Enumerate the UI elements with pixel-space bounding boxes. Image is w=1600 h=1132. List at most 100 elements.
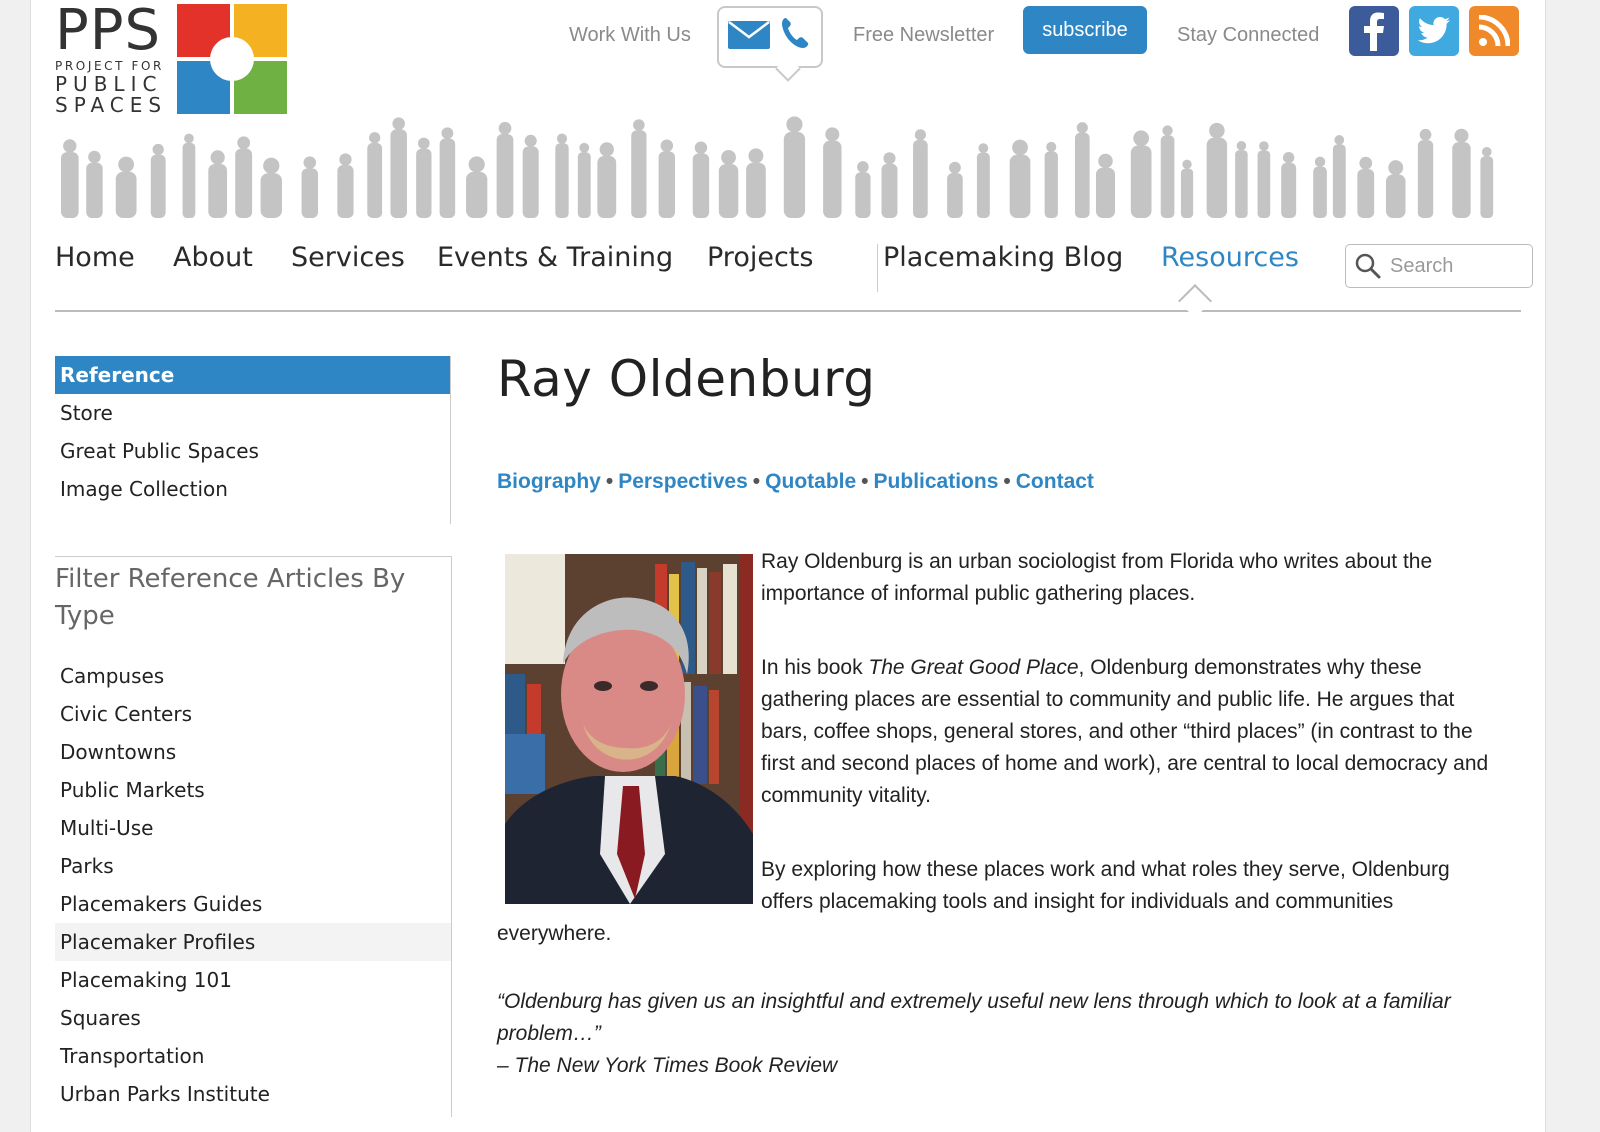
sidebar: Reference Store Great Public Spaces Imag… (55, 356, 451, 524)
twitter-icon[interactable] (1409, 6, 1459, 56)
nav-divider (877, 244, 878, 292)
subnav-biography[interactable]: Biography (497, 470, 601, 493)
sidebar-item-image-collection[interactable]: Image Collection (55, 470, 450, 508)
work-with-us-link[interactable]: Work With Us (569, 0, 691, 70)
filter-item-transportation[interactable]: Transportation (55, 1037, 451, 1075)
person-silhouette (522, 134, 539, 218)
person-silhouette (577, 142, 591, 218)
main-nav: Home About Services Events & Training Pr… (55, 238, 1533, 292)
filter-item-squares[interactable]: Squares (55, 999, 451, 1037)
subnav-quotable[interactable]: Quotable (765, 470, 856, 493)
search-icon (1355, 253, 1381, 279)
person-silhouette (1206, 122, 1228, 218)
filter-item-urban-parks-institute[interactable]: Urban Parks Institute (55, 1075, 451, 1113)
person-silhouette (597, 142, 617, 218)
filter-item-multi-use[interactable]: Multi-Use (55, 809, 451, 847)
subscribe-button[interactable]: subscribe (1023, 6, 1147, 54)
phone-icon (782, 18, 809, 48)
nav-about[interactable]: About (173, 242, 253, 273)
work-with-us-label: Work With Us (569, 23, 691, 46)
free-newsletter-label: Free Newsletter (853, 0, 994, 70)
filter-item-downtowns[interactable]: Downtowns (55, 733, 451, 771)
person-silhouette (1044, 141, 1058, 218)
person-silhouette (260, 157, 282, 218)
person-silhouette (855, 161, 871, 218)
person-silhouette (1281, 151, 1297, 218)
person-silhouette (718, 149, 739, 218)
search-input[interactable] (1388, 253, 1522, 279)
nav-services[interactable]: Services (291, 242, 405, 273)
nav-projects[interactable]: Projects (707, 242, 813, 273)
person-silhouette (1385, 160, 1406, 218)
person-silhouette (208, 150, 228, 218)
nav-events-training[interactable]: Events & Training (437, 242, 673, 273)
person-silhouette (947, 161, 963, 218)
rss-glyph-icon (1478, 15, 1510, 47)
person-silhouette (913, 129, 928, 218)
bio-paragraph-2-pre: In his book (761, 656, 869, 679)
person-silhouette (1480, 146, 1494, 218)
search-box[interactable] (1345, 244, 1533, 288)
subnav-separator: • (605, 470, 614, 493)
twitter-glyph-icon (1417, 17, 1450, 44)
person-silhouette (1452, 128, 1471, 218)
rss-icon[interactable] (1469, 6, 1519, 56)
filter-item-public-markets[interactable]: Public Markets (55, 771, 451, 809)
person-silhouette (746, 148, 766, 218)
person-silhouette (1417, 128, 1434, 218)
person-silhouette (416, 137, 432, 218)
contact-bubble[interactable] (717, 6, 823, 68)
person-silhouette (115, 156, 137, 218)
sidebar-item-reference[interactable]: Reference (55, 356, 450, 394)
person-silhouette (61, 139, 79, 218)
filter-item-campuses[interactable]: Campuses (55, 657, 451, 695)
logo-wordmark: PPS (55, 0, 162, 63)
subnav-separator: • (861, 470, 869, 493)
review-quote-text: “Oldenburg has given us an insightful an… (497, 990, 1451, 1045)
person-silhouette (1074, 122, 1090, 218)
subnav-contact[interactable]: Contact (1016, 470, 1094, 493)
filter-item-civic-centers[interactable]: Civic Centers (55, 695, 451, 733)
review-quote: “Oldenburg has given us an insightful an… (497, 986, 1497, 1082)
filter-item-placemakers-guides[interactable]: Placemakers Guides (55, 885, 451, 923)
person-silhouette (150, 143, 166, 218)
person-silhouette (976, 143, 990, 218)
person-silhouette (1130, 130, 1152, 218)
filter-item-placemaker-profiles[interactable]: Placemaker Profiles (55, 923, 451, 961)
people-silhouette-banner (61, 116, 1494, 218)
page-title: Ray Oldenburg (497, 350, 876, 408)
nav-placemaking-blog[interactable]: Placemaking Blog (883, 242, 1123, 273)
logo-line-1: PROJECT FOR (55, 59, 164, 73)
free-newsletter-text: Free Newsletter (853, 23, 995, 46)
page: PPS PROJECT FOR PUBLIC SPACES Work With … (30, 0, 1546, 1132)
article-body: Ray Oldenburg is an urban sociologist fr… (497, 546, 1497, 1124)
nav-home[interactable]: Home (55, 242, 135, 273)
profile-subnav: Biography • Perspectives • Quotable • Publicat… (497, 470, 1094, 494)
facebook-icon[interactable] (1349, 6, 1399, 56)
person-silhouette (1257, 141, 1271, 218)
subnav-publications[interactable]: Publications (874, 470, 999, 493)
portrait-photo (505, 554, 753, 904)
subnav-perspectives[interactable]: Perspectives (618, 470, 748, 493)
person-silhouette (881, 152, 898, 218)
person-silhouette (1009, 139, 1031, 218)
subnav-separator: • (1003, 470, 1011, 493)
subnav-separator: • (752, 470, 761, 493)
person-silhouette (337, 153, 354, 218)
email-icon (728, 21, 770, 49)
person-silhouette (390, 117, 407, 218)
filter-item-placemaking-101[interactable]: Placemaking 101 (55, 961, 451, 999)
person-silhouette (439, 127, 456, 218)
sidebar-item-great-public-spaces[interactable]: Great Public Spaces (55, 432, 450, 470)
sidebar-menu: Reference Store Great Public Spaces Imag… (55, 356, 451, 524)
person-silhouette (1160, 125, 1175, 218)
person-silhouette (235, 136, 253, 218)
pps-logo[interactable]: PPS PROJECT FOR PUBLIC SPACES (55, 0, 287, 117)
filter-item-parks[interactable]: Parks (55, 847, 451, 885)
filter-list: Campuses Civic Centers Downtowns Public … (55, 657, 451, 1113)
person-silhouette (1235, 141, 1248, 218)
sidebar-item-store[interactable]: Store (55, 394, 450, 432)
nav-resources[interactable]: Resources (1161, 242, 1299, 273)
person-silhouette (555, 133, 569, 218)
review-quote-source: – The New York Times Book Review (497, 1054, 838, 1077)
